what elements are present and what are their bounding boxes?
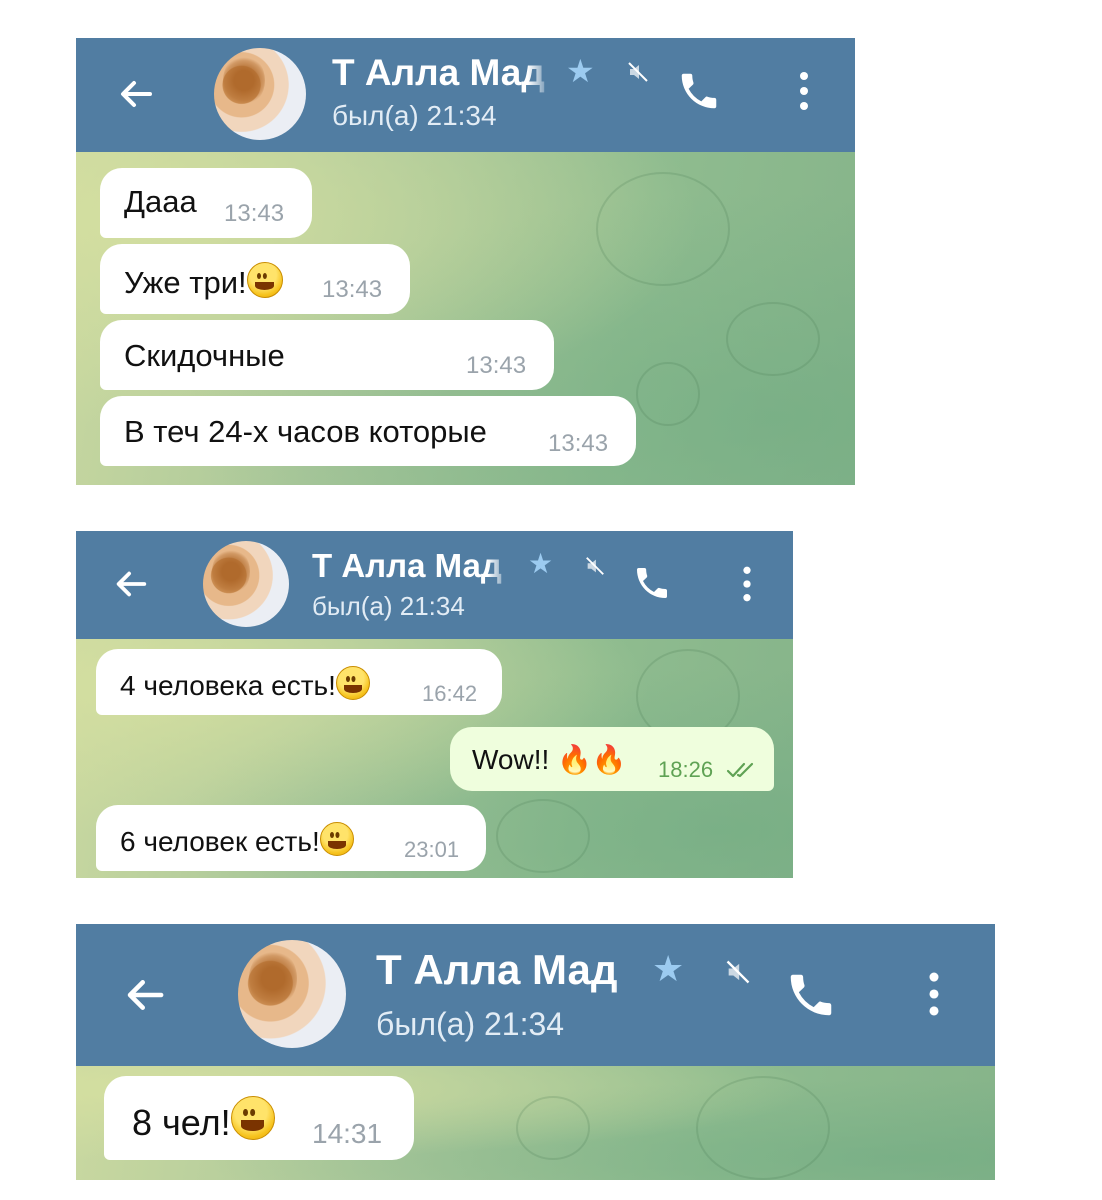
more-menu-icon[interactable]: [790, 68, 818, 114]
message-bubble[interactable]: 8 чел! 14:31: [104, 1076, 414, 1160]
message-text: Скидочные: [124, 338, 285, 373]
last-seen-status: был(а) 21:34: [332, 100, 497, 131]
message-time: 13:43: [224, 200, 285, 227]
fire-emoji-icon: 🔥🔥: [557, 744, 627, 775]
chat-screenshot-1: Т Алла Мад ★ был(а) 21:34 Дааа 13:43 Уже…: [76, 38, 855, 485]
smiley-emoji-icon: [246, 262, 283, 298]
smiley-emoji-icon: [230, 1096, 275, 1140]
message-time: 23:01: [404, 837, 460, 862]
last-seen-status: был(а) 21:34: [376, 1006, 565, 1042]
message-time: 14:31: [312, 1118, 383, 1149]
back-arrow-icon[interactable]: [122, 972, 168, 1018]
more-menu-icon[interactable]: [918, 968, 950, 1020]
message-text: В теч 24-х часов которые: [124, 414, 487, 449]
muted-icon[interactable]: [724, 958, 752, 986]
chat-title[interactable]: Т Алла Мад: [332, 52, 552, 94]
message-bubble[interactable]: Дааа 13:43: [100, 168, 312, 238]
back-arrow-icon[interactable]: [112, 565, 150, 603]
message-time: 18:26: [658, 757, 714, 782]
phone-icon[interactable]: [676, 68, 722, 114]
message-bubble[interactable]: Скидочные 13:43: [100, 320, 554, 390]
smiley-emoji-icon: [335, 666, 370, 700]
message-text: Wow!! 🔥🔥: [472, 744, 627, 775]
message-bubble-outgoing[interactable]: Wow!! 🔥🔥 18:26: [450, 727, 774, 791]
more-menu-icon[interactable]: [734, 563, 760, 605]
chat-header: Т Алла Мад ★ был(а) 21:34: [76, 924, 995, 1066]
muted-icon[interactable]: [626, 60, 650, 84]
chat-header: Т Алла Мад ★ был(а) 21:34: [76, 531, 793, 639]
message-text: 8 чел!: [132, 1096, 275, 1144]
phone-icon[interactable]: [632, 563, 672, 603]
muted-icon[interactable]: [584, 555, 606, 577]
chat-title[interactable]: Т Алла Мад: [376, 946, 638, 994]
message-time: 13:43: [466, 352, 527, 379]
avatar[interactable]: [238, 940, 346, 1048]
message-bubble[interactable]: Уже три! 13:43: [100, 244, 410, 314]
message-time: 13:43: [548, 430, 609, 457]
chat-screenshot-2: Т Алла Мад ★ был(а) 21:34 4 человека ест…: [76, 531, 793, 878]
avatar[interactable]: [214, 48, 306, 140]
smiley-emoji-icon: [319, 822, 354, 856]
back-arrow-icon[interactable]: [116, 74, 156, 114]
message-time: 16:42: [422, 681, 478, 706]
message-text: Уже три!: [124, 262, 283, 301]
avatar[interactable]: [203, 541, 289, 627]
message-bubble[interactable]: В теч 24-х часов которые 13:43: [100, 396, 636, 466]
message-text: Дааа: [124, 184, 197, 219]
message-text: 6 человек есть!: [120, 822, 354, 858]
message-time: 13:43: [322, 276, 383, 303]
star-icon: ★: [652, 948, 685, 989]
chat-screenshot-3: Т Алла Мад ★ был(а) 21:34 8 чел! 14:31: [76, 924, 995, 1180]
phone-icon[interactable]: [784, 968, 838, 1022]
star-icon: ★: [528, 548, 554, 579]
message-bubble[interactable]: 6 человек есть! 23:01: [96, 805, 486, 871]
last-seen-status: был(а) 21:34: [312, 591, 465, 621]
star-icon: ★: [566, 53, 595, 89]
message-text: 4 человека есть!: [120, 666, 370, 702]
double-check-read-icon: [726, 762, 754, 778]
chat-title[interactable]: Т Алла Мад: [312, 547, 512, 585]
message-bubble[interactable]: 4 человека есть! 16:42: [96, 649, 502, 715]
chat-header: Т Алла Мад ★ был(а) 21:34: [76, 38, 855, 152]
